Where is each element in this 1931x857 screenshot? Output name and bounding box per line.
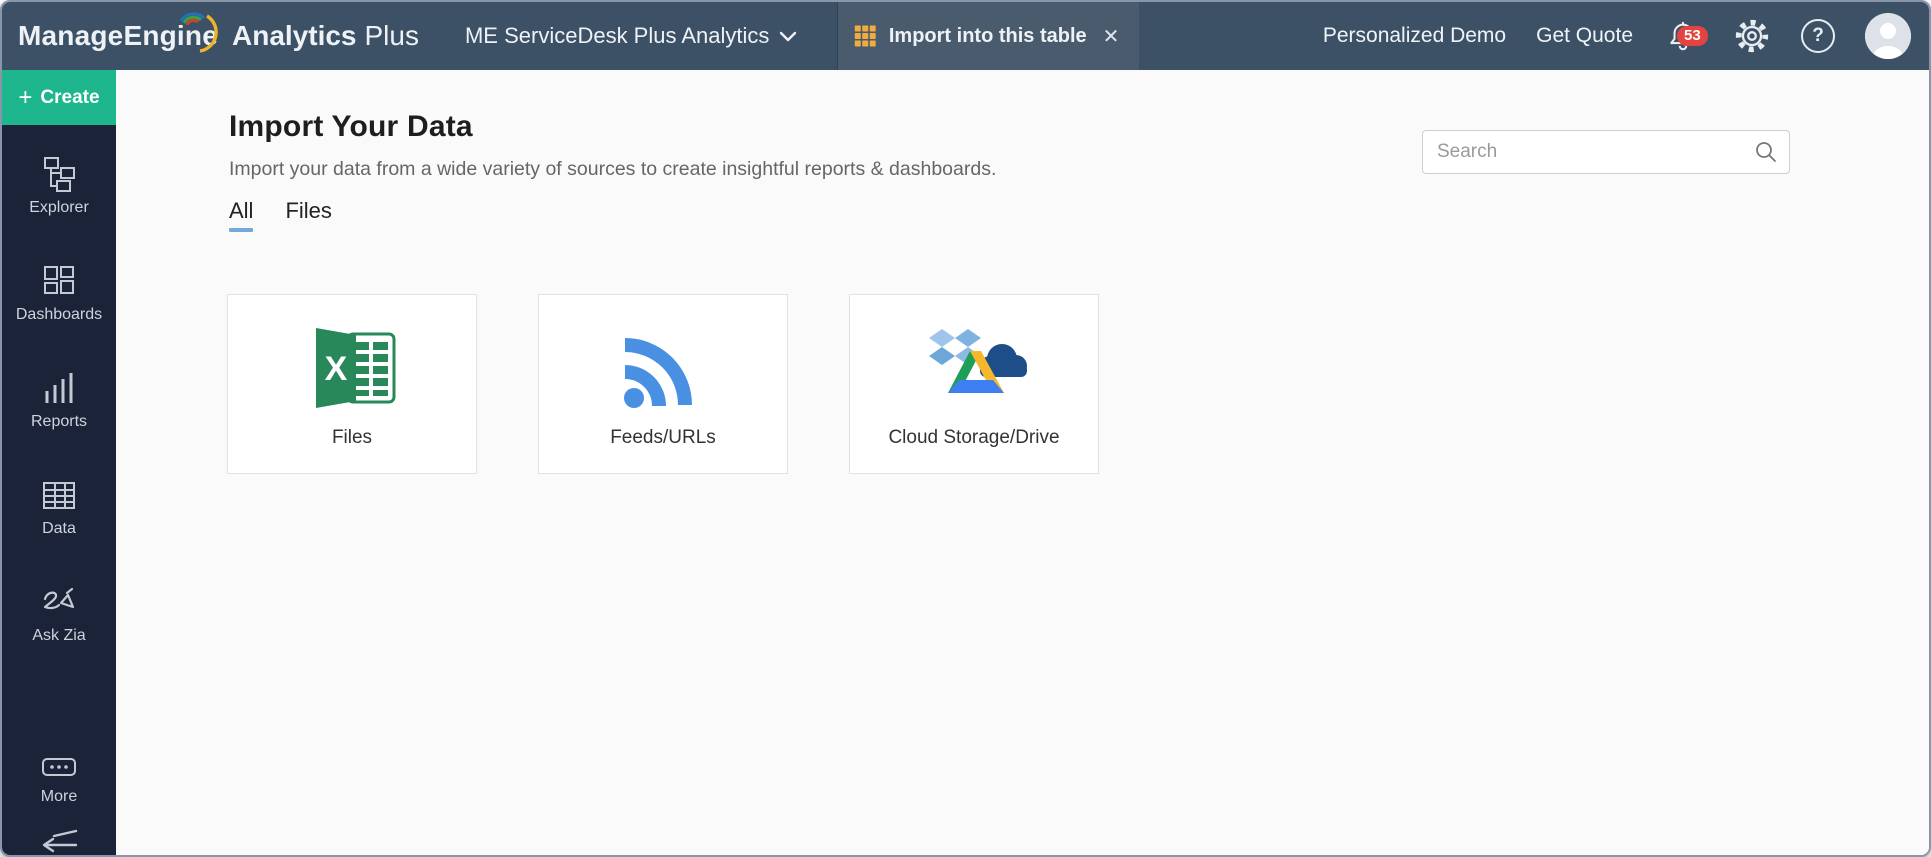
card-feeds-urls[interactable]: Feeds/URLs xyxy=(538,294,788,474)
search-icon xyxy=(1756,142,1776,162)
left-sidebar: + Create Explorer Dashboards Reports Dat… xyxy=(2,70,116,855)
get-quote-link[interactable]: Get Quote xyxy=(1536,24,1633,48)
reports-icon xyxy=(45,373,73,403)
brand-manageengine: ManageEngine xyxy=(18,12,218,53)
import-source-cards: X Files Feeds/URLs Cloud Storage/Drive xyxy=(227,294,1099,474)
excel-icon: X xyxy=(302,295,402,413)
person-icon xyxy=(1865,13,1911,59)
page-title: Import Your Data xyxy=(229,110,473,143)
sidebar-item-explorer[interactable]: Explorer xyxy=(2,155,116,217)
close-icon[interactable]: ✕ xyxy=(1099,22,1124,51)
tab-import-into-this-table[interactable]: Import into this table ✕ xyxy=(837,2,1140,70)
sidebar-item-ask-zia[interactable]: Ask Zia xyxy=(2,583,116,645)
more-icon xyxy=(42,758,76,776)
collapse-arrow-icon xyxy=(42,829,78,853)
brand-logo: ManageEngine Analytics Plus xyxy=(2,12,419,53)
data-icon xyxy=(43,482,75,509)
workspace-name: ME ServiceDesk Plus Analytics xyxy=(464,23,770,48)
workspace-switcher[interactable]: ME ServiceDesk Plus Analytics xyxy=(453,2,809,70)
tab-all[interactable]: All xyxy=(229,198,254,232)
sidebar-item-more[interactable]: More xyxy=(2,752,116,806)
sidebar-collapse-button[interactable] xyxy=(38,828,80,855)
search-input[interactable] xyxy=(1422,130,1790,174)
source-filter-tabs: All Files xyxy=(229,198,332,232)
user-avatar[interactable] xyxy=(1865,13,1911,59)
sidebar-item-label: Data xyxy=(42,520,76,537)
notification-count-badge: 53 xyxy=(1677,26,1708,46)
card-cloud-storage-drive[interactable]: Cloud Storage/Drive xyxy=(849,294,1099,474)
card-label: Files xyxy=(331,427,373,448)
sidebar-item-label: More xyxy=(40,788,78,805)
svg-text:X: X xyxy=(325,350,348,388)
settings-button[interactable] xyxy=(1733,17,1771,55)
explorer-icon xyxy=(44,157,75,192)
dashboards-icon xyxy=(44,266,74,294)
card-label: Feeds/URLs xyxy=(610,427,716,448)
help-button[interactable]: ? xyxy=(1801,19,1835,53)
gear-icon xyxy=(1735,19,1769,53)
brand-analytics: Analytics xyxy=(232,20,357,51)
sidebar-item-dashboards[interactable]: Dashboards xyxy=(2,262,116,324)
sidebar-nav: Explorer Dashboards Reports Data Ask Zia… xyxy=(2,125,116,851)
card-files[interactable]: X Files xyxy=(227,294,477,474)
search-box xyxy=(1422,130,1790,174)
sidebar-item-label: Dashboards xyxy=(15,306,103,323)
app-window: ManageEngine Analytics Plus ME ServiceDe… xyxy=(0,0,1931,857)
sidebar-item-label: Reports xyxy=(30,413,88,430)
tab-files[interactable]: Files xyxy=(285,198,331,232)
plus-icon: + xyxy=(18,83,33,111)
sidebar-item-label: Ask Zia xyxy=(32,627,86,644)
sidebar-item-data[interactable]: Data xyxy=(2,476,116,538)
card-label: Cloud Storage/Drive xyxy=(888,427,1060,448)
sidebar-item-reports[interactable]: Reports xyxy=(2,369,116,431)
cloud-storage-icon xyxy=(913,295,1035,413)
main-content: Import Your Data Import your data from a… xyxy=(116,70,1929,855)
brand-plus: Plus xyxy=(364,20,419,51)
top-navbar: ManageEngine Analytics Plus ME ServiceDe… xyxy=(2,2,1929,70)
rss-icon xyxy=(617,295,709,413)
topbar-actions: Personalized Demo Get Quote 53 ? xyxy=(1323,13,1929,59)
create-button[interactable]: + Create xyxy=(2,70,116,125)
table-grid-icon xyxy=(855,25,877,47)
create-label: Create xyxy=(40,86,100,108)
sidebar-item-label: Explorer xyxy=(29,199,89,216)
notifications-button[interactable]: 53 xyxy=(1663,16,1708,56)
page-subtitle: Import your data from a wide variety of … xyxy=(229,158,997,180)
personalized-demo-link[interactable]: Personalized Demo xyxy=(1323,24,1506,48)
help-icon: ? xyxy=(1801,19,1835,53)
chevron-down-icon xyxy=(780,31,797,41)
tab-label: Import into this table xyxy=(888,24,1087,47)
ask-zia-icon xyxy=(43,587,75,610)
